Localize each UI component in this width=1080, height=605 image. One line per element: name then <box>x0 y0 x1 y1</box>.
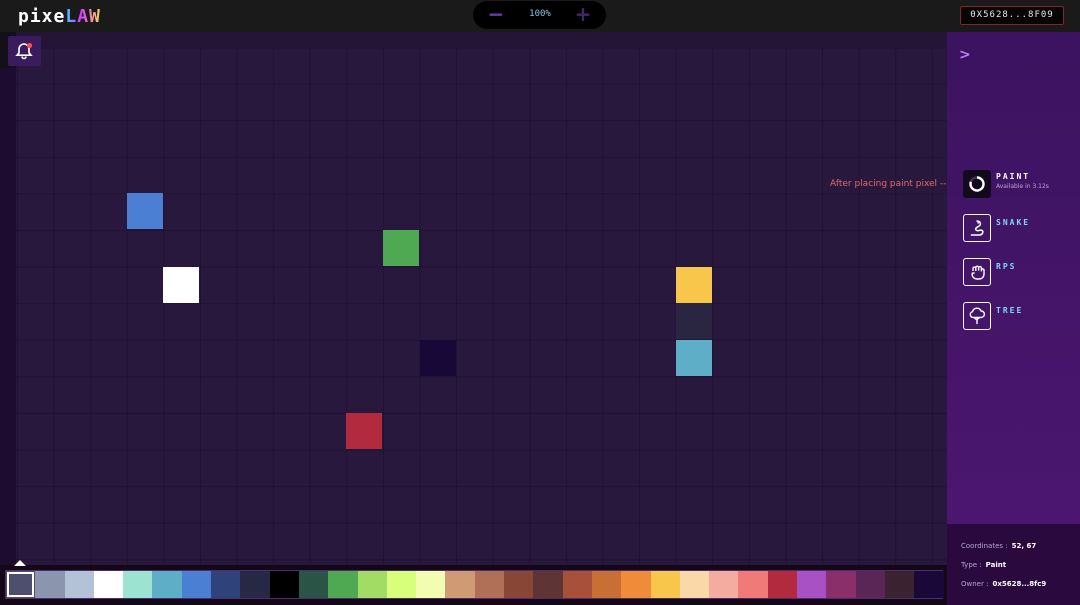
app-item-paint[interactable]: PAINT Available in 3.12s <box>963 170 1073 200</box>
color-swatch[interactable] <box>357 571 387 598</box>
color-swatch[interactable] <box>416 571 446 598</box>
color-swatch[interactable] <box>679 571 710 598</box>
logo-text-pixe: pixe <box>18 6 66 27</box>
selected-color-caret-icon <box>14 560 26 566</box>
fist-icon <box>971 265 985 280</box>
zoom-in-button[interactable]: + <box>572 4 594 26</box>
info-owner: Owner :0x5628...8fc9 <box>961 580 1080 599</box>
canvas-top-strip <box>16 32 947 49</box>
color-swatch[interactable] <box>855 571 885 598</box>
tree-icon <box>969 307 986 325</box>
app-name-snake: SNAKE <box>996 218 1031 227</box>
color-swatch[interactable] <box>562 571 592 598</box>
info-owner-value: 0x5628...8fc9 <box>992 580 1047 588</box>
app-name-rps: RPS <box>996 262 1017 271</box>
color-palette <box>5 570 944 599</box>
color-swatch[interactable] <box>123 571 153 598</box>
zoom-level: 100% <box>529 9 551 19</box>
app-item-snake[interactable]: SNAKE <box>963 214 1073 244</box>
color-swatch[interactable] <box>93 571 124 598</box>
top-bar: pixeLAW − 100% + 0X5628...8F09 <box>0 0 1080 32</box>
painted-pixel[interactable] <box>675 339 712 376</box>
app-icon-box-paint <box>963 170 991 198</box>
color-swatch[interactable] <box>240 571 270 598</box>
canvas-left-strip <box>0 68 16 565</box>
color-swatch[interactable] <box>884 571 915 598</box>
painted-pixel[interactable] <box>126 193 163 230</box>
color-swatch[interactable] <box>709 571 739 598</box>
info-type-value: Paint <box>985 561 1007 569</box>
color-swatch[interactable] <box>445 571 475 598</box>
painted-pixel[interactable] <box>419 339 456 376</box>
color-palette-bar <box>0 565 947 605</box>
info-type: Type : Paint <box>961 561 1080 580</box>
painted-pixel[interactable] <box>163 266 200 303</box>
app-cooldown-paint: Available in 3.12s <box>996 183 1049 190</box>
zoom-out-button[interactable]: − <box>485 4 507 26</box>
color-swatch[interactable] <box>474 571 505 598</box>
paint-spinner-icon <box>969 176 985 192</box>
color-swatch[interactable] <box>298 571 329 598</box>
color-swatch[interactable] <box>621 571 651 598</box>
app-icon-box-rps <box>963 258 991 286</box>
painted-pixel[interactable] <box>346 413 383 449</box>
color-swatch[interactable] <box>328 571 358 598</box>
sidebar-toggle-chevron-icon[interactable]: > <box>959 47 971 63</box>
color-swatch[interactable] <box>6 571 36 598</box>
color-swatch[interactable] <box>211 571 241 598</box>
info-coordinates-label: Coordinates : <box>961 542 1008 550</box>
color-swatch[interactable] <box>738 571 768 598</box>
color-swatch[interactable] <box>650 571 680 598</box>
app-name-tree: TREE <box>996 306 1024 315</box>
app-item-tree[interactable]: TREE <box>963 302 1073 332</box>
painted-pixel[interactable] <box>675 266 712 303</box>
app-icon-box-snake <box>963 214 991 242</box>
app-icon-box-tree <box>963 302 991 330</box>
color-swatch[interactable] <box>64 571 94 598</box>
app-name-paint: PAINT <box>996 172 1031 181</box>
app-logo[interactable]: pixeLAW <box>18 6 101 27</box>
color-swatch[interactable] <box>767 571 798 598</box>
info-coordinates: Coordinates :52, 67 <box>961 542 1080 561</box>
snake-icon <box>970 220 984 236</box>
color-swatch[interactable] <box>533 571 563 598</box>
info-type-label: Type : <box>961 561 982 569</box>
apps-sidebar: > PAINT Available in 3.12s SNAKE RPS TRE… <box>947 32 1080 524</box>
color-swatch[interactable] <box>35 571 65 598</box>
info-coordinates-value: 52, 67 <box>1011 542 1037 550</box>
pixel-canvas[interactable] <box>16 32 947 565</box>
color-swatch[interactable] <box>386 571 417 598</box>
color-swatch[interactable] <box>591 571 622 598</box>
color-swatch[interactable] <box>269 571 299 598</box>
logo-text-law: LAW <box>65 6 101 27</box>
color-swatch[interactable] <box>797 571 827 598</box>
notification-button[interactable] <box>8 36 41 66</box>
pixel-info-panel: Coordinates :52, 67 Type : Paint Owner :0… <box>947 524 1080 605</box>
color-swatch[interactable] <box>504 571 534 598</box>
paint-hint-text: After placing paint pixel --> <box>830 179 954 189</box>
bell-icon <box>15 42 33 60</box>
info-owner-label: Owner : <box>961 580 989 588</box>
color-swatch[interactable] <box>914 571 944 598</box>
app-item-rps[interactable]: RPS <box>963 258 1073 288</box>
painted-pixel[interactable] <box>675 303 712 340</box>
color-swatch[interactable] <box>826 571 856 598</box>
zoom-control: − 100% + <box>473 1 606 29</box>
color-swatch[interactable] <box>181 571 212 598</box>
color-swatch[interactable] <box>152 571 182 598</box>
wallet-address-button[interactable]: 0X5628...8F09 <box>960 6 1064 25</box>
painted-pixel[interactable] <box>383 230 419 266</box>
